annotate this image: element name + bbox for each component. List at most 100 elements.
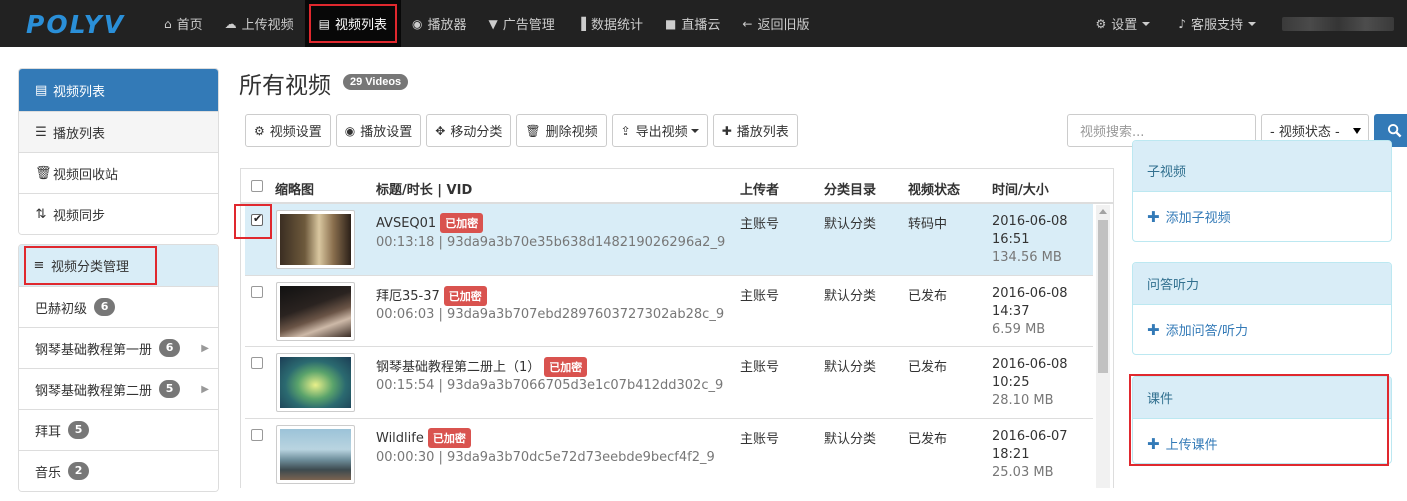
menu-icon: ≡ xyxy=(33,258,45,273)
encrypted-badge: 已加密 xyxy=(440,213,484,233)
add-qa-link[interactable]: ✚ 添加问答/听力 xyxy=(1133,305,1391,354)
video-thumbnail[interactable] xyxy=(276,353,355,412)
sidebar-item-video-sync[interactable]: ⇅ 视频同步 xyxy=(19,193,218,234)
sidebar-item-category-manage[interactable]: ≡ 视频分类管理 xyxy=(19,245,218,286)
video-category: 默认分类 xyxy=(824,217,877,232)
encrypted-badge: 已加密 xyxy=(443,286,487,306)
highlight-box: ≡ 视频分类管理 xyxy=(23,246,158,285)
count-badge: 6 xyxy=(159,339,181,357)
qa-listening-panel: 问答听力 ✚ 添加问答/听力 xyxy=(1132,262,1392,355)
video-status: 已发布 xyxy=(908,289,948,304)
export-icon: ⇪ xyxy=(620,123,631,138)
video-title[interactable]: 钢琴基础教程第二册上（1） xyxy=(376,360,540,375)
gear-icon: ⚙ xyxy=(254,123,265,138)
video-meta: 00:15:54 | 93da9a3b7066705d3e1c07b412dd3… xyxy=(376,378,724,393)
col-time-size: 时间/大小 xyxy=(992,183,1049,198)
sidebar-category-item[interactable]: 音乐 2 xyxy=(19,450,218,491)
sidebar-item-recycle-bin[interactable]: 🗑 视频回收站 xyxy=(19,152,218,193)
nav-home[interactable]: ⌂ 首页 xyxy=(153,0,214,47)
table-row[interactable]: Wildlife 已加密 00:00:30 | 93da9a3b70dc5e72d… xyxy=(245,418,1093,488)
video-status: 转码中 xyxy=(908,217,948,232)
sidebar-category-item[interactable]: 钢琴基础教程第二册 5 ▶ xyxy=(19,368,218,409)
nav-settings-dropdown[interactable]: ⚙ 设置 xyxy=(1082,0,1165,47)
filter-icon: ▼ xyxy=(488,16,498,31)
scroll-up-arrow-icon[interactable] xyxy=(1099,209,1107,214)
row-checkbox[interactable] xyxy=(251,357,263,369)
video-thumbnail[interactable] xyxy=(276,425,355,484)
row-checkbox[interactable] xyxy=(251,286,263,298)
video-title-line: 钢琴基础教程第二册上（1） 已加密 xyxy=(376,356,588,377)
nav-support-dropdown[interactable]: ♪ 客服支持 xyxy=(1164,0,1270,47)
add-playlist-button[interactable]: ✚ 播放列表 xyxy=(712,114,798,147)
video-title[interactable]: Wildlife xyxy=(376,431,424,446)
sidebar-group-videos: ▤ 视频列表 ☰ 播放列表 🗑 视频回收站 ⇅ 视频同步 xyxy=(18,68,219,235)
nav-player[interactable]: ◉ 播放器 xyxy=(401,0,478,47)
trash-icon: 🗑 xyxy=(525,123,541,138)
sidebar-item-video-list[interactable]: ▤ 视频列表 xyxy=(19,69,218,111)
video-camera-icon: ■ xyxy=(665,16,677,31)
video-category: 默认分类 xyxy=(824,432,877,447)
caret-down-icon xyxy=(690,128,699,133)
delete-video-button[interactable]: 🗑 删除视频 xyxy=(516,114,607,147)
polyv-logo[interactable]: POLYV xyxy=(26,10,125,39)
select-value: - 视频状态 - xyxy=(1270,125,1340,140)
sidebar-category-item[interactable]: 拜耳 5 xyxy=(19,409,218,450)
chevron-right-icon[interactable]: ▶ xyxy=(201,384,209,395)
top-navbar: POLYV ⌂ 首页 ☁ 上传视频 ▤ 视频列表 ◉ 播放器 ▼ 广告管理 ▐ 数据统计 ■… xyxy=(0,0,1407,47)
upload-icon: ☁ xyxy=(224,16,237,31)
panel-action-label: 添加子视频 xyxy=(1165,211,1231,226)
count-badge: 6 xyxy=(94,298,116,316)
table-row[interactable]: 拜厄35-37 已加密 00:06:03 | 93da9a3b707ebd2897… xyxy=(245,275,1093,347)
sidebar-item-label: 播放列表 xyxy=(53,126,106,142)
table-row[interactable]: AVSEQ01 已加密 00:13:18 | 93da9a3b70e35b638d… xyxy=(245,203,1093,275)
thumbnail-image xyxy=(280,357,351,408)
sidebar-item-label: 视频回收站 xyxy=(53,167,119,183)
table-scrollbar[interactable] xyxy=(1096,205,1110,488)
video-title-line: AVSEQ01 已加密 xyxy=(376,213,484,233)
select-all-checkbox[interactable] xyxy=(251,180,263,192)
video-duration: 00:15:54 xyxy=(376,378,435,393)
table-header: 缩略图 标题/时长 | VID 上传者 分类目录 视频状态 时间/大小 xyxy=(241,169,1113,204)
nav-label: 首页 xyxy=(176,18,203,33)
chevron-right-icon[interactable]: ▶ xyxy=(201,343,209,354)
video-thumbnail[interactable] xyxy=(276,210,355,269)
video-settings-button[interactable]: ⚙ 视频设置 xyxy=(245,114,331,147)
video-title[interactable]: 拜厄35-37 xyxy=(376,289,440,304)
video-title-line: Wildlife 已加密 xyxy=(376,428,471,448)
courseware-highlight-box xyxy=(1129,374,1389,466)
nav-video-list[interactable]: ▤ 视频列表 xyxy=(304,0,402,47)
film-icon: ▤ xyxy=(35,82,48,98)
video-meta: 00:00:30 | 93da9a3b70dc5e72d73eebde9becf… xyxy=(376,450,715,465)
sub-video-panel: 子视频 ✚ 添加子视频 xyxy=(1132,140,1392,242)
add-sub-video-link[interactable]: ✚ 添加子视频 xyxy=(1133,192,1391,241)
video-size: 134.56 MB xyxy=(992,250,1062,265)
user-account-blurred[interactable] xyxy=(1282,16,1394,31)
nav-upload[interactable]: ☁ 上传视频 xyxy=(214,0,305,47)
sidebar-category-item[interactable]: 巴赫初级 6 xyxy=(19,286,218,327)
video-date: 2016-06-07 xyxy=(992,429,1068,444)
nav-live[interactable]: ■ 直播云 xyxy=(654,0,731,47)
sidebar-item-playlist[interactable]: ☰ 播放列表 xyxy=(19,111,218,152)
scrollbar-thumb[interactable] xyxy=(1098,220,1108,373)
home-icon: ⌂ xyxy=(164,16,172,31)
video-duration: 00:06:03 xyxy=(376,307,435,322)
move-category-button[interactable]: ✥ 移动分类 xyxy=(426,114,512,147)
button-label: 移动分类 xyxy=(450,125,503,140)
col-title: 标题/时长 | VID xyxy=(376,183,473,198)
nav-label: 上传视频 xyxy=(241,18,294,33)
table-row[interactable]: 钢琴基础教程第二册上（1） 已加密 00:15:54 | 93da9a3b7066… xyxy=(245,346,1093,418)
play-settings-button[interactable]: ◉ 播放设置 xyxy=(335,114,422,147)
video-time-size: 2016-06-08 16:51 134.56 MB xyxy=(992,213,1068,267)
video-time: 16:51 xyxy=(992,232,1030,247)
video-title[interactable]: AVSEQ01 xyxy=(376,216,436,231)
nav-stats[interactable]: ▐ 数据统计 xyxy=(566,0,654,47)
video-thumbnail[interactable] xyxy=(276,282,355,341)
sidebar-item-label: 视频分类管理 xyxy=(51,260,130,275)
panel-action-label: 添加问答/听力 xyxy=(1165,324,1248,339)
row-checkbox[interactable] xyxy=(251,429,263,441)
video-uploader: 主账号 xyxy=(740,432,780,447)
export-video-dropdown[interactable]: ⇪ 导出视频 xyxy=(611,114,708,147)
nav-back-old[interactable]: ← 返回旧版 xyxy=(731,0,820,47)
nav-ads[interactable]: ▼ 广告管理 xyxy=(478,0,566,47)
sidebar-category-item[interactable]: 钢琴基础教程第一册 6 ▶ xyxy=(19,327,218,368)
